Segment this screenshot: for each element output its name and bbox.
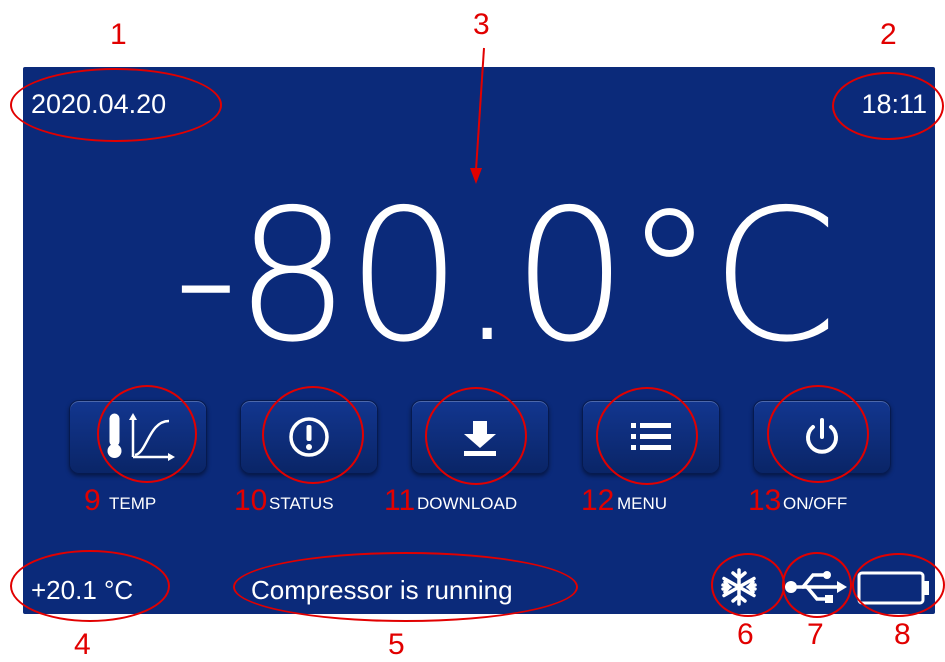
annotation-number-9: 9 xyxy=(84,484,101,517)
annotation-number-11: 11 xyxy=(384,484,416,517)
annotation-number-1: 1 xyxy=(110,18,127,51)
annotation-number-3: 3 xyxy=(473,8,490,41)
annotation-number-12: 12 xyxy=(581,484,615,517)
annotation-number-2: 2 xyxy=(880,18,897,51)
annotation-number-6: 6 xyxy=(737,618,754,651)
annotation-number-5: 5 xyxy=(388,628,405,661)
annotation-number-8: 8 xyxy=(894,618,911,651)
annotation-number-10: 10 xyxy=(234,484,268,517)
annotation-arrow-3 xyxy=(470,47,485,184)
annotation-number-7: 7 xyxy=(807,618,824,651)
annotation-number-4: 4 xyxy=(74,628,91,661)
annotation-number-13: 13 xyxy=(748,484,782,517)
